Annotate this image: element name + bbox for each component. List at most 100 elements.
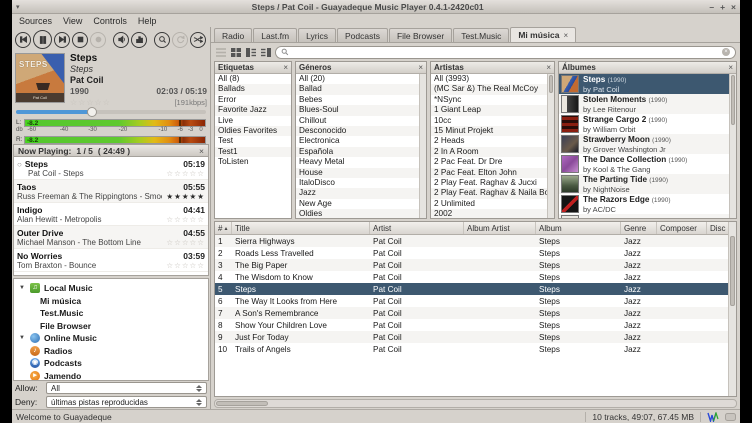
artists-scrollbar[interactable] [547, 74, 554, 218]
artist-item[interactable]: 2 Play Feat. Raghav & Naila Boss [431, 188, 554, 198]
album-item[interactable]: Stolen Moments (1990) by Lee Ritenour [559, 94, 736, 114]
tag-item[interactable]: All (8) [215, 74, 291, 84]
pause-button[interactable] [33, 30, 52, 49]
shuffle-button[interactable] [190, 32, 206, 48]
track-row[interactable]: 9 Just For Today Pat Coil Steps Jazz [215, 331, 728, 343]
tag-item[interactable]: Oldies Favorites [215, 126, 291, 136]
tab[interactable]: File Browser × [389, 28, 452, 42]
track-row[interactable]: 6 The Way It Looks from Here Pat Coil St… [215, 295, 728, 307]
track-row[interactable]: 10 Trails of Angels Pat Coil Steps Jazz [215, 343, 728, 355]
artist-item[interactable]: 2 Play Feat. Raghav & Jucxi [431, 178, 554, 188]
tree-group-local-music[interactable]: ▼ ♫ Local Music [14, 282, 208, 295]
allow-select[interactable]: All [46, 382, 207, 394]
tab-close-icon[interactable]: × [563, 31, 568, 40]
volume-button[interactable] [113, 32, 129, 48]
tree-item-jamendo[interactable]: ▸ Jamendo [14, 370, 208, 382]
genre-item[interactable]: Oldies [296, 209, 426, 218]
previous-button[interactable] [15, 32, 31, 48]
tree-item-local[interactable]: File Browser [14, 320, 208, 333]
track-row[interactable]: 1 Sierra Highways Pat Coil Steps Jazz [215, 235, 728, 247]
genre-item[interactable]: Española [296, 147, 426, 157]
np-item-rating[interactable]: ☆☆☆☆☆ [166, 215, 205, 224]
close-icon[interactable]: × [283, 63, 288, 72]
album-item[interactable]: Steps (1990) by Pat Coil [559, 74, 736, 94]
seek-bar[interactable] [16, 108, 206, 117]
np-item-rating[interactable]: ★★★★★ [166, 192, 205, 201]
genre-item[interactable]: ItaloDisco [296, 178, 426, 188]
artist-item[interactable]: *NSync [431, 95, 554, 105]
track-row[interactable]: 7 A Son's Remembrance Pat Coil Steps Jaz… [215, 307, 728, 319]
tab[interactable]: Radio × [214, 28, 252, 42]
artist-item[interactable]: (MC Sar &) The Real McCoy [431, 84, 554, 94]
track-row[interactable]: 8 Show Your Children Love Pat Coil Steps… [215, 319, 728, 331]
tab[interactable]: Last.fm × [253, 28, 297, 42]
np-item-rating[interactable]: ☆☆☆☆☆ [166, 238, 205, 247]
genre-item[interactable]: House [296, 168, 426, 178]
column-header-title[interactable]: Title [232, 222, 370, 234]
tree-item-local[interactable]: Test.Music [14, 307, 208, 320]
album-item[interactable]: The Dance Collection (1990) by Kool & Th… [559, 154, 736, 174]
artist-item[interactable]: 15 Minut Projekt [431, 126, 554, 136]
tree-item-podcasts[interactable]: ◉ Podcasts [14, 357, 208, 370]
window-menu-icon[interactable]: ▾ [16, 3, 26, 11]
menu-item[interactable]: View [63, 16, 82, 26]
album-item[interactable]: The Razors Edge (1990) by AC/DC [559, 194, 736, 214]
view-filter-left-icon[interactable] [245, 47, 257, 58]
tab[interactable]: Podcasts × [337, 28, 388, 42]
albums-scrollbar[interactable] [729, 74, 736, 218]
minimize-button[interactable]: – [709, 2, 714, 12]
np-item-rating[interactable]: ☆☆☆☆☆ [166, 261, 205, 270]
album-item[interactable]: Strawberry Moon (1990) by Grover Washing… [559, 134, 736, 154]
column-header-genre[interactable]: Genre [621, 222, 657, 234]
now-playing-item[interactable]: ○ Steps 05:19 Pat Coil - Steps ☆☆☆☆☆ [14, 157, 208, 180]
seek-knob[interactable] [87, 107, 97, 117]
spectrum-icon[interactable] [707, 412, 719, 422]
genre-item[interactable]: New Age [296, 199, 426, 209]
smart-play-button[interactable] [154, 32, 170, 48]
now-playing-item[interactable]: ○ No Worries 03:59 Tom Braxton - Bounce … [14, 249, 208, 272]
column-header-disc[interactable]: Disc [707, 222, 728, 234]
equalizer-button[interactable] [131, 32, 147, 48]
artist-item[interactable]: 2 Heads [431, 136, 554, 146]
maximize-button[interactable]: + [720, 2, 725, 12]
horizontal-scrollbar[interactable] [214, 399, 737, 408]
close-button[interactable]: × [731, 2, 736, 12]
track-row[interactable]: 2 Roads Less Travelled Pat Coil Steps Ja… [215, 247, 728, 259]
record-button[interactable] [90, 32, 106, 48]
lastfm-icon[interactable] [725, 413, 736, 421]
tag-item[interactable]: Favorite Jazz [215, 105, 291, 115]
next-button[interactable] [54, 32, 70, 48]
artist-item[interactable]: All (3993) [431, 74, 554, 84]
tree-group-online-music[interactable]: ▼ Online Music [14, 332, 208, 345]
search-clear-icon[interactable]: × [722, 48, 730, 56]
artist-item[interactable]: 2 Unlimited [431, 199, 554, 209]
artist-item[interactable]: 1 Giant Leap [431, 105, 554, 115]
now-playing-item[interactable]: ○ Outer Drive 04:55 Michael Manson - The… [14, 226, 208, 249]
tag-item[interactable]: ToListen [215, 157, 291, 167]
artist-item[interactable]: 2002 [431, 209, 554, 218]
column-header-num[interactable]: # ▴ [215, 222, 232, 234]
spinner-icon[interactable] [196, 399, 202, 406]
tag-item[interactable]: Test1 [215, 147, 291, 157]
tab[interactable]: Lyrics × [298, 28, 336, 42]
column-header-album[interactable]: Album [536, 222, 621, 234]
tab[interactable]: Test.Music × [453, 28, 509, 42]
repeat-button[interactable] [172, 32, 188, 48]
artist-item[interactable]: 2 In A Room [431, 147, 554, 157]
genres-scrollbar[interactable] [419, 74, 426, 218]
genre-item[interactable]: Blues-Soul [296, 105, 426, 115]
genre-item[interactable]: Chillout [296, 116, 426, 126]
close-icon[interactable]: × [546, 63, 551, 72]
genre-item[interactable]: Desconocido [296, 126, 426, 136]
chevron-down-icon[interactable]: ▼ [19, 285, 26, 291]
menu-item[interactable]: Controls [93, 16, 127, 26]
tree-item-radios[interactable]: ♪ Radios [14, 345, 208, 358]
column-header-composer[interactable]: Composer [657, 222, 707, 234]
close-icon[interactable]: × [728, 63, 733, 72]
titlebar[interactable]: ▾ Steps / Pat Coil - Guayadeque Music Pl… [12, 0, 740, 14]
tree-item-local[interactable]: Mi música [14, 295, 208, 308]
album-item[interactable]: The Parting Tide (1990) by NightNoise [559, 174, 736, 194]
spinner-icon[interactable] [196, 385, 202, 392]
album-item[interactable]: The Shape of Jazz to Come (1990) [559, 214, 736, 218]
tag-item[interactable]: Ballads [215, 84, 291, 94]
